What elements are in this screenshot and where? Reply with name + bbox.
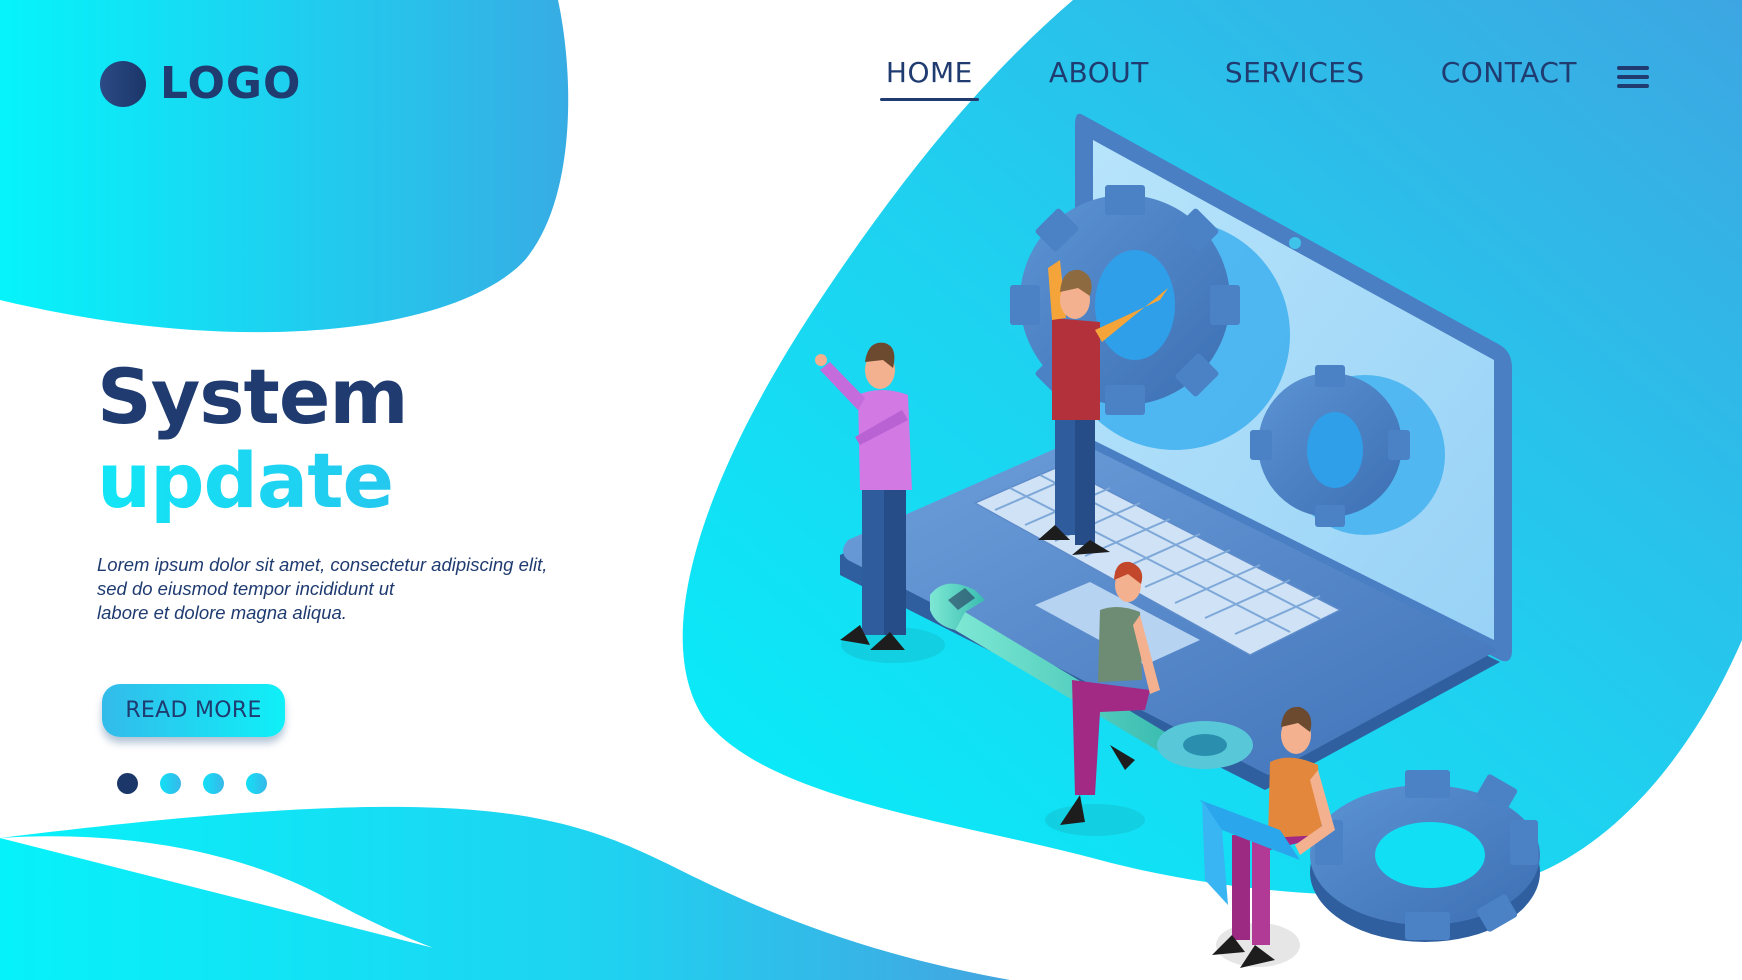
logo[interactable]: LOGO	[100, 58, 301, 109]
top-left-blob	[0, 0, 569, 333]
carousel-dot-3[interactable]	[203, 773, 224, 794]
bottom-wave	[0, 806, 1010, 980]
main-nav: HOME ABOUT SERVICES CONTACT	[879, 56, 1649, 101]
logo-text: LOGO	[160, 58, 302, 109]
webcam-icon	[1289, 237, 1301, 249]
carousel-dot-4[interactable]	[246, 773, 267, 794]
hero-description: Lorem ipsum dolor sit amet, consectetur …	[97, 553, 567, 625]
carousel-dot-1[interactable]	[117, 773, 138, 794]
hamburger-menu-icon[interactable]	[1617, 65, 1649, 88]
nav-about[interactable]: ABOUT	[1043, 56, 1155, 97]
nav-services[interactable]: SERVICES	[1219, 56, 1371, 97]
hero-description-line: Lorem ipsum dolor sit amet, consectetur …	[97, 554, 548, 575]
hero-description-line: labore et dolore magna aliqua.	[97, 602, 347, 623]
menu-bar	[1617, 83, 1649, 88]
read-more-button[interactable]: READ MORE	[102, 684, 285, 737]
menu-bar	[1617, 65, 1649, 70]
logo-mark-icon	[100, 60, 146, 107]
menu-bar	[1617, 74, 1649, 79]
hero-subtitle: update	[97, 439, 567, 523]
nav-contact[interactable]: CONTACT	[1435, 56, 1583, 97]
hero-title: System	[97, 352, 409, 441]
nav-home[interactable]: HOME	[879, 56, 979, 101]
carousel-dot-2[interactable]	[160, 773, 181, 794]
carousel-pagination	[117, 773, 289, 794]
hero-section: System update Lorem ipsum dolor sit amet…	[97, 355, 567, 625]
hero-description-line: sed do eiusmod tempor incididunt ut	[97, 578, 395, 599]
